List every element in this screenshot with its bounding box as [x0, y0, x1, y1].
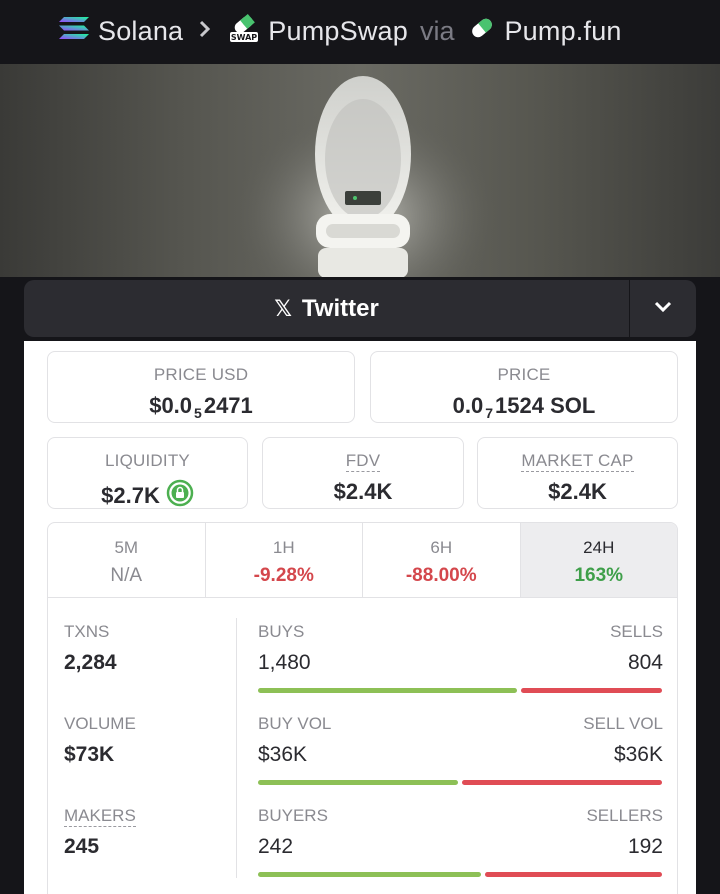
price-usd-digits: 2471	[203, 393, 253, 418]
tab-1h-value: -9.28%	[253, 565, 314, 586]
breadcrumb-launchpad-label: Pump.fun	[504, 15, 622, 46]
price-usd-value: $0.0 52471	[48, 393, 354, 421]
tab-1h[interactable]: 1H -9.28%	[206, 523, 363, 597]
buys-bar	[258, 688, 517, 693]
tab-1h-label: 1H	[272, 538, 295, 557]
volume-label: VOLUME	[64, 714, 136, 733]
social-dropdown-toggle[interactable]	[629, 280, 696, 337]
tab-6h-label: 6H	[430, 538, 453, 557]
token-info-panel: PRICE USD $0.0 52471 PRICE 0.0 71524 SOL L…	[24, 341, 696, 894]
twitter-link-label: Twitter	[301, 294, 379, 322]
chevron-right-icon	[199, 17, 211, 45]
liquidity-value-row: $2.7K	[48, 479, 247, 513]
price-usd-title: PRICE USD	[153, 365, 249, 384]
breadcrumb-dex[interactable]: SWAP PumpSwap	[228, 13, 408, 50]
price-usd-lead: $0.0	[149, 393, 193, 418]
makers-row: MAKERS 245 BUYERS 242 SELLERS 192	[48, 806, 679, 894]
tab-6h-value: -88.00%	[405, 565, 477, 586]
sell-vol-value: $36K	[613, 743, 663, 766]
price-usd-card: PRICE USD $0.0 52471	[47, 351, 355, 423]
tab-6h[interactable]: 6H -88.00%	[363, 523, 521, 597]
market-cap-value: $2.4K	[548, 479, 607, 504]
sells-value: 804	[627, 651, 663, 674]
price-native-value: 0.0 71524 SOL	[371, 393, 677, 421]
tab-24h-label: 24H	[583, 538, 615, 557]
price-native-lead: 0.0	[452, 393, 484, 418]
buyers-bar	[258, 872, 481, 877]
price-native-digits: 1524 SOL	[495, 393, 596, 418]
price-usd-zero-count: 5	[194, 405, 202, 421]
breadcrumb-chain-label: Solana	[98, 15, 184, 46]
makers-label[interactable]: MAKERS	[64, 806, 136, 827]
buyers-label: BUYERS	[258, 806, 328, 825]
breadcrumb-launchpad[interactable]: Pump.fun	[468, 15, 621, 48]
x-logo-icon: 𝕏	[274, 295, 292, 321]
makers-value: 245	[64, 835, 100, 858]
sell-vol-bar	[462, 780, 662, 785]
breadcrumb-via: via	[419, 15, 455, 46]
pumpswap-badge-text: SWAP	[231, 33, 257, 42]
pumpswap-logo-icon: SWAP	[228, 13, 260, 50]
token-banner-image	[0, 64, 720, 304]
fdv-card[interactable]: FDV $2.4K	[262, 437, 464, 509]
lock-icon[interactable]	[166, 479, 194, 513]
makers-label-wrap: MAKERS	[64, 806, 136, 827]
volume-value: $73K	[64, 743, 115, 766]
social-links-dropdown: 𝕏 Twitter	[24, 280, 696, 337]
buys-label: BUYS	[258, 622, 305, 641]
buyers-value: 242	[258, 835, 294, 858]
tab-5m-value: N/A	[110, 565, 143, 586]
breadcrumb-chain[interactable]: Solana	[58, 15, 183, 48]
solana-logo-icon	[58, 15, 90, 48]
breadcrumb: Solana SWAP PumpSwap via Pump.fun	[0, 0, 720, 62]
price-native-zero-count: 7	[485, 405, 494, 421]
buy-vol-bar	[258, 780, 458, 785]
buy-vol-label: BUY VOL	[258, 714, 332, 733]
trade-stats: TXNS 2,284 BUYS 1,480 SELLS 804 VOLUME $…	[47, 598, 678, 894]
buys-value: 1,480	[258, 651, 311, 674]
liquidity-value: $2.7K	[101, 483, 160, 508]
timeframe-tabs: 5M N/A 1H -9.28% 6H -88.00% 24H 163%	[47, 522, 678, 598]
tab-24h[interactable]: 24H 163%	[520, 523, 677, 597]
buy-vol-value: $36K	[258, 743, 308, 766]
price-native-card: PRICE 0.0 71524 SOL	[370, 351, 678, 423]
tab-24h-value: 163%	[574, 565, 624, 586]
volume-row: VOLUME $73K BUY VOL $36K SELL VOL $36K	[48, 714, 679, 804]
price-native-title: PRICE	[497, 365, 551, 384]
liquidity-card: LIQUIDITY $2.7K	[47, 437, 248, 509]
sell-vol-label: SELL VOL	[583, 714, 663, 733]
txns-value: 2,284	[64, 651, 117, 674]
sells-label: SELLS	[610, 622, 663, 641]
market-cap-title: MARKET CAP	[521, 451, 634, 472]
txns-row: TXNS 2,284 BUYS 1,480 SELLS 804	[48, 622, 679, 712]
twitter-link-button[interactable]: 𝕏 Twitter	[24, 280, 629, 337]
fdv-value: $2.4K	[333, 479, 393, 504]
market-cap-card[interactable]: MARKET CAP $2.4K	[477, 437, 678, 509]
tab-5m-label: 5M	[114, 538, 139, 557]
fdv-title: FDV	[345, 451, 381, 472]
liquidity-title: LIQUIDITY	[105, 451, 190, 470]
sellers-bar	[485, 872, 662, 877]
sellers-value: 192	[627, 835, 663, 858]
chevron-down-icon	[654, 300, 672, 318]
txns-label: TXNS	[64, 622, 110, 641]
sellers-label: SELLERS	[586, 806, 663, 825]
pill-logo-icon	[468, 15, 496, 48]
sells-bar	[521, 688, 662, 693]
breadcrumb-dex-label: PumpSwap	[268, 15, 408, 46]
tab-5m[interactable]: 5M N/A	[48, 523, 206, 597]
